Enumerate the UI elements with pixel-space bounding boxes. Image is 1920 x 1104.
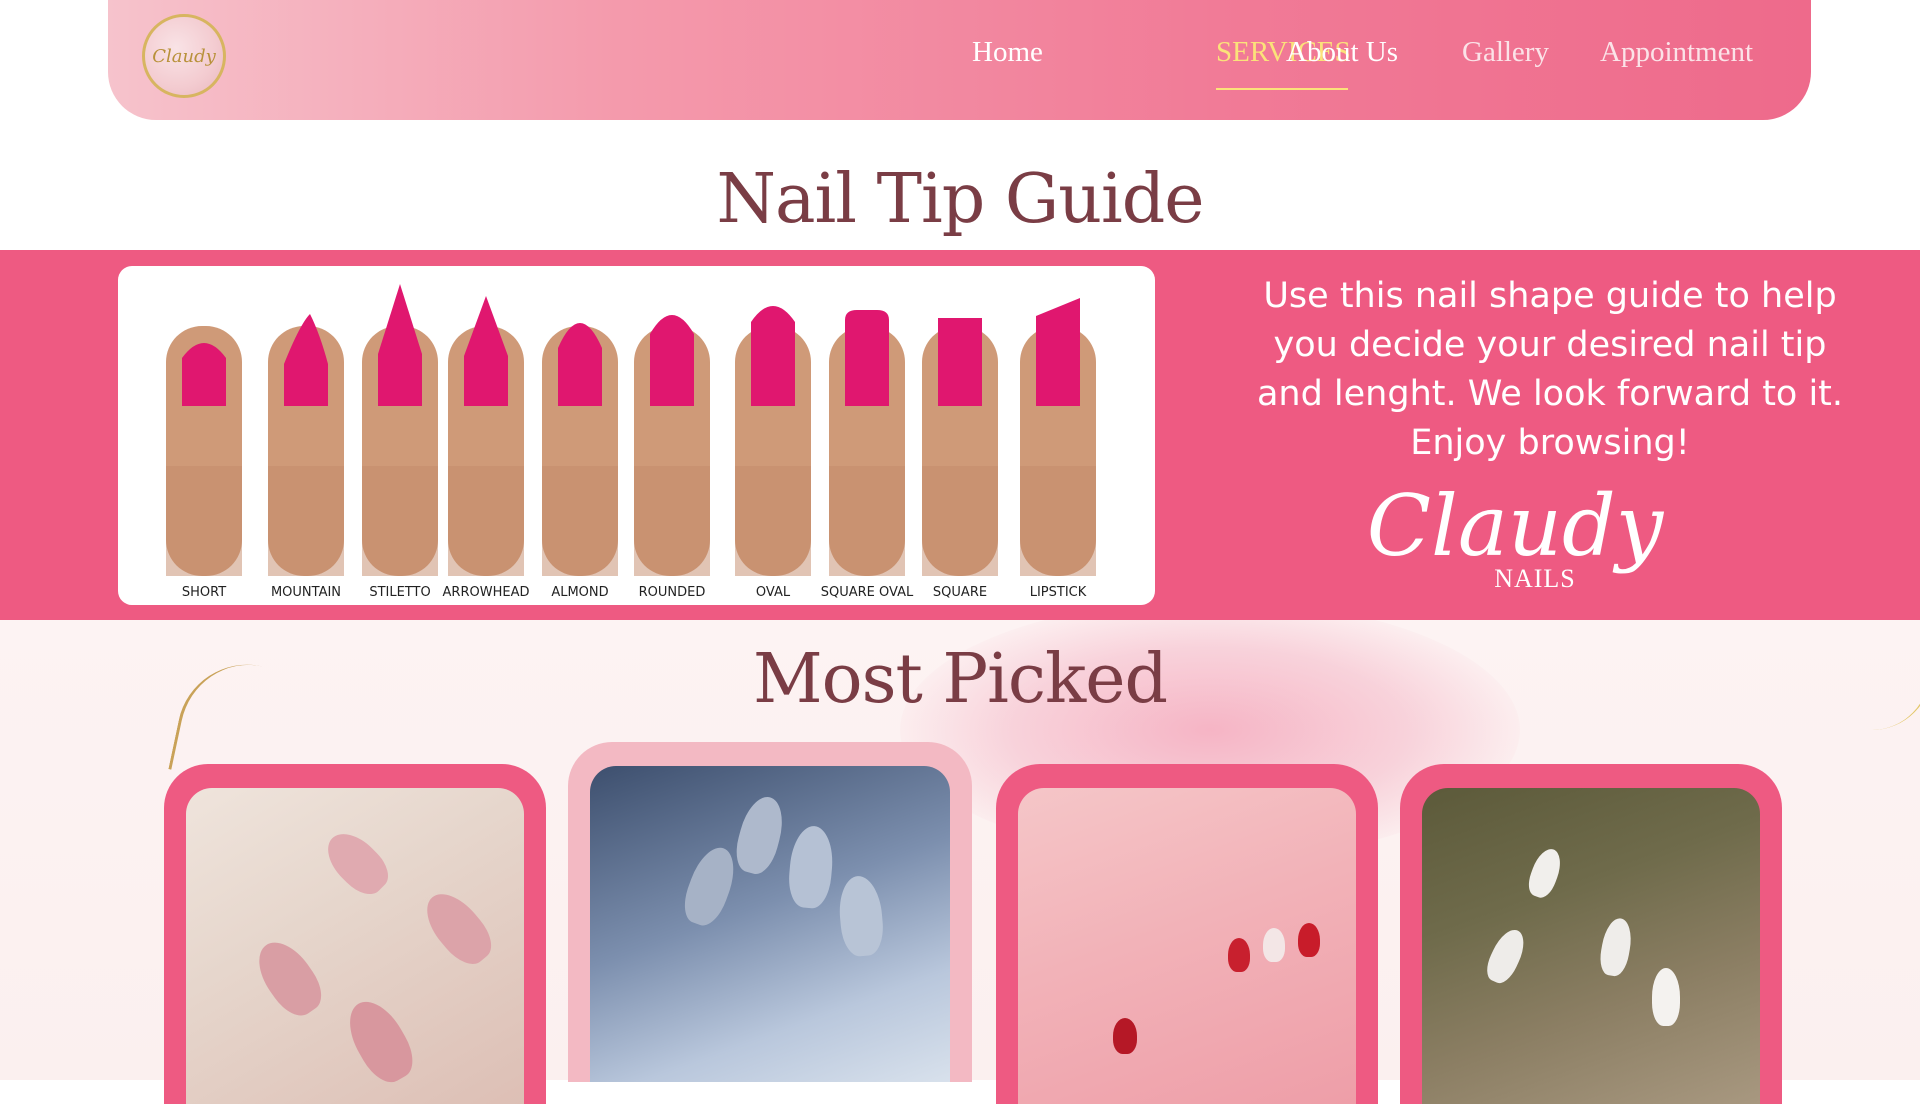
nail-mountain (284, 314, 328, 406)
finger-baseline (118, 576, 1155, 582)
nail-oval (751, 306, 795, 406)
guide-description: Use this nail shape guide to help you de… (1256, 276, 1844, 463)
brand-signature: Claudy NAILS (1355, 478, 1675, 618)
nav-home[interactable]: Home (972, 36, 1043, 69)
shape-label-lipstick: LIPSTICK (1030, 585, 1087, 600)
nail-tip-guide-title: Nail Tip Guide (716, 160, 1204, 239)
brand-script-name: Claudy (1366, 477, 1664, 575)
shape-label-arrowhead: ARROWHEAD (443, 585, 530, 600)
logo-text: Claudy (152, 45, 216, 67)
nail-square-oval (845, 310, 889, 406)
picked-card-white-coffin[interactable] (1400, 764, 1782, 1104)
nude-almond-nails-photo (186, 788, 524, 1104)
shape-label-rounded: ROUNDED (639, 585, 706, 600)
finger-shade-oval (735, 466, 811, 576)
finger-shade-lipstick (1020, 466, 1096, 576)
finger-shade-rounded (634, 466, 710, 576)
brand-logo[interactable]: Claudy (142, 14, 226, 98)
nav-gallery[interactable]: Gallery (1462, 36, 1549, 69)
nav-active-underline (1216, 88, 1348, 90)
shape-label-square: SQUARE (933, 585, 987, 600)
nav-appointment[interactable]: Appointment (1600, 36, 1753, 69)
nail-stiletto (378, 284, 422, 406)
finger-shade-short (166, 466, 242, 576)
finger-shade-arrowhead (448, 466, 524, 576)
site-header: Claudy Home SERVICES About Us Gallery Ap… (108, 0, 1811, 120)
picked-card-nude-almond[interactable] (164, 764, 546, 1104)
finger-shade-almond (542, 466, 618, 576)
finger-shade-mountain (268, 466, 344, 576)
nav-about-us[interactable]: About Us (1286, 36, 1398, 69)
finger-shade-square-oval (829, 466, 905, 576)
picked-card-red-glitter[interactable] (996, 764, 1378, 1104)
shape-label-stiletto: STILETTO (369, 585, 430, 600)
shape-label-short: SHORT (182, 585, 226, 600)
nail-square (938, 318, 982, 406)
red-glitter-nails-photo (1018, 788, 1356, 1104)
most-picked-title: Most Picked (753, 640, 1168, 719)
nail-short (182, 343, 226, 406)
finger-shade-stiletto (362, 466, 438, 576)
white-coffin-nails-photo (1422, 788, 1760, 1104)
nail-arrowhead (464, 296, 508, 406)
shape-label-almond: ALMOND (551, 585, 608, 600)
shape-label-oval: OVAL (756, 585, 791, 600)
shape-label-mountain: MOUNTAIN (271, 585, 341, 600)
nail-lipstick (1036, 298, 1080, 406)
nail-shapes-illustration: SHORT MOUNTAIN STILETTO ARROWHEAD ALMOND ROUN… (118, 284, 1155, 600)
picked-card-chrome-blue[interactable] (568, 742, 972, 1082)
nail-shape-chart: SHORT MOUNTAIN STILETTO ARROWHEAD ALMOND ROUN… (118, 266, 1155, 605)
nail-rounded (650, 315, 694, 406)
finger-shade-square (922, 466, 998, 576)
chrome-blue-nails-photo (590, 766, 950, 1082)
shape-label-square-oval: SQUARE OVAL (821, 585, 914, 600)
nail-almond (558, 323, 602, 406)
